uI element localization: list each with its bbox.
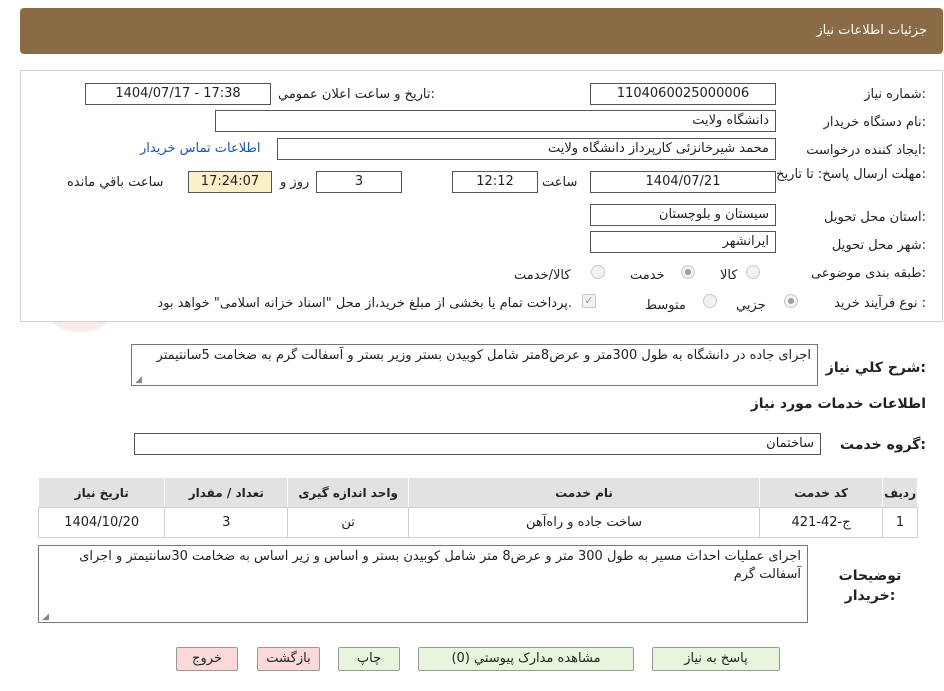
table-header-row: رديف کد خدمت نام خدمت واحد اندازه گيری ت…: [37, 477, 918, 508]
province-field: سيستان و بلوچستان: [590, 204, 776, 226]
category-option-both-radio[interactable]: [591, 265, 605, 279]
contact-buyer-link[interactable]: اطلاعات تماس خريدار: [140, 141, 260, 156]
creator-label: ايجاد کننده درخواست:: [806, 143, 926, 158]
cell-date: 1404/10/20: [37, 507, 166, 538]
col-unit-header: واحد اندازه گيری: [287, 477, 410, 508]
back-button[interactable]: بازگشت: [257, 647, 320, 671]
deadline-date-field: 1404/07/21: [590, 171, 776, 193]
reply-button[interactable]: پاسخ به نياز: [652, 647, 780, 671]
service-group-field: ساختمان: [134, 433, 821, 455]
creator-field: محمد شيرخانزئی کارپرداز دانشگاه ولايت: [277, 138, 776, 160]
exit-button[interactable]: خروج: [176, 647, 238, 671]
info-panel: [20, 70, 943, 322]
time-label: ساعت: [542, 175, 578, 190]
announce-field: 1404/07/17 - 17:38: [85, 83, 271, 105]
process-option-minor-radio[interactable]: [784, 294, 798, 308]
page-title: جزئیات اطلاعات نیاز: [816, 23, 927, 38]
process-option-minor-label: جزيي: [736, 298, 766, 313]
cell-unit: تن: [287, 507, 410, 538]
resize-grip-icon[interactable]: ◢: [41, 613, 49, 622]
category-option-service-radio[interactable]: [681, 265, 695, 279]
days-label: روز و: [280, 175, 310, 190]
days-field: 3: [316, 171, 402, 193]
process-option-medium-radio[interactable]: [703, 294, 717, 308]
announce-label: تاریخ و ساعت اعلان عمومي:: [278, 87, 435, 102]
remaining-time-field: 17:24:07: [188, 171, 272, 193]
category-option-goods-radio[interactable]: [746, 265, 760, 279]
buyer-notes-textarea[interactable]: اجرای عمليات احداث مسير به طول 300 متر و…: [38, 545, 808, 623]
resize-grip-icon[interactable]: ◢: [134, 376, 142, 385]
category-option-service-label: خدمت: [630, 268, 665, 283]
need-number-label: شماره نیاز:: [864, 87, 926, 102]
cell-qty: 3: [164, 507, 289, 538]
remaining-label: ساعت باقي مانده: [67, 175, 164, 190]
need-number-field: 1104060025000006: [590, 83, 776, 105]
deadline-time-field: 12:12: [452, 171, 538, 193]
col-qty-header: تعداد / مقدار: [164, 477, 289, 508]
summary-textarea[interactable]: اجرای جاده در دانشگاه به طول 300متر و عر…: [131, 344, 818, 386]
services-section-title: اطلاعات خدمات مورد نياز: [750, 396, 926, 412]
city-label: شهر محل تحويل:: [831, 238, 926, 253]
col-row-header: رديف: [882, 477, 918, 508]
province-label: استان محل تحويل:: [824, 210, 926, 225]
view-attachments-button[interactable]: مشاهده مدارک پيوستي (0): [418, 647, 634, 671]
page-header: جزئیات اطلاعات نیاز: [20, 8, 943, 54]
deadline-label: مهلت ارسال پاسخ: تا تاريخ:: [776, 167, 926, 182]
cell-code: ج-42-421: [758, 507, 884, 538]
cell-name: ساخت جاده و راه‌آهن: [408, 507, 760, 538]
col-date-header: تاريخ نياز: [37, 477, 166, 508]
buyer-field: دانشگاه ولايت: [215, 110, 776, 132]
summary-label: شرح کلي نياز:: [825, 360, 926, 376]
category-option-goods-label: کالا: [720, 268, 738, 283]
treasury-note: پرداخت تمام يا بخشی از مبلغ خريد،از محل …: [157, 296, 572, 311]
category-option-both-label: کالا/خدمت: [514, 268, 571, 283]
service-group-label: گروه خدمت:: [840, 437, 926, 453]
services-table: رديف کد خدمت نام خدمت واحد اندازه گيری ت…: [37, 477, 918, 538]
buyer-label: نام دستگاه خريدار:: [823, 115, 926, 130]
summary-text: اجرای جاده در دانشگاه به طول 300متر و عر…: [156, 348, 811, 363]
city-field: ايرانشهر: [590, 231, 776, 253]
col-name-header: نام خدمت: [408, 477, 760, 508]
buyer-notes-label: توضيحات خريدار:: [838, 568, 902, 604]
print-button[interactable]: چاپ: [338, 647, 400, 671]
cell-row: 1: [882, 507, 918, 538]
buyer-notes-text: اجرای عمليات احداث مسير به طول 300 متر و…: [79, 549, 801, 582]
process-option-medium-label: متوسط: [645, 298, 686, 313]
table-row: 1 ج-42-421 ساخت جاده و راه‌آهن تن 3 1404…: [37, 507, 918, 538]
treasury-checkbox[interactable]: ✓: [582, 294, 596, 308]
process-label: نوع فرآيند خريد :: [834, 296, 926, 311]
col-code-header: کد خدمت: [758, 477, 884, 508]
category-label: طبقه بندی موضوعی:: [810, 266, 926, 281]
